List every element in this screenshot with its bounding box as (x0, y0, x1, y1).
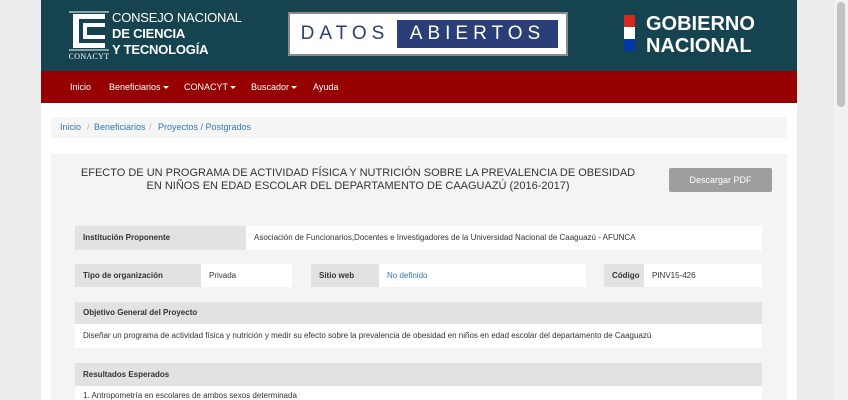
resultados-label: Resultados Esperados (83, 370, 170, 379)
objetivo-value: Diseñar un programa de actividad física … (83, 331, 652, 340)
nav-item-beneficiarios[interactable]: Beneficiarios (109, 71, 169, 103)
conacyt-abbreviation: CONACYT (68, 52, 110, 61)
page: CONACYT CONSEJO NACIONAL DE CIENCIA Y TE… (41, 0, 797, 400)
caret-down-icon (230, 86, 237, 90)
breadcrumb-separator: / (149, 122, 152, 132)
nav-item-label: CONACYT (184, 82, 229, 92)
objetivo-label-cell: Objetivo General del Proyecto (75, 302, 762, 324)
gobierno-nacional-line2: NACIONAL (646, 35, 752, 57)
conacyt-name-line3: Y TECNOLOGÍA (112, 42, 209, 57)
main-navbar: Inicio Beneficiarios CONACYT Buscador Ay… (41, 71, 797, 103)
tipo-label-cell: Tipo de organización (75, 264, 201, 287)
breadcrumb: Inicio / Beneficiarios / Proyectos / Pos… (51, 117, 787, 138)
breadcrumb-item-proyectos[interactable]: Proyectos / Postgrados (158, 117, 251, 138)
conacyt-name-line2: DE CIENCIA (112, 26, 186, 41)
codigo-label: Código (612, 271, 640, 280)
breadcrumb-separator: / (87, 122, 90, 132)
nav-item-conacyt[interactable]: CONACYT (184, 71, 237, 103)
nav-item-buscador[interactable]: Buscador (251, 71, 298, 103)
gobierno-nacional-line1: GOBIERNO (646, 13, 755, 35)
nav-item-inicio[interactable]: Inicio (70, 71, 91, 103)
codigo-value-cell: PINV15-426 (644, 264, 762, 287)
institucion-label: Institución Proponente (83, 233, 171, 242)
nav-item-label: Beneficiarios (109, 82, 161, 92)
nav-item-label: Inicio (70, 82, 92, 92)
sitio-label: Sitio web (319, 271, 355, 280)
nav-item-ayuda[interactable]: Ayuda (313, 71, 338, 103)
site-header: CONACYT CONSEJO NACIONAL DE CIENCIA Y TE… (41, 0, 797, 71)
codigo-value: PINV15-426 (652, 271, 696, 280)
abiertos-word: ABIERTOS (397, 20, 558, 48)
institucion-value-cell: Asociación de Funcionarios,Docentes e In… (246, 226, 762, 250)
nav-item-label: Buscador (251, 82, 290, 92)
sitio-web-link[interactable]: No definido (387, 264, 427, 287)
tipo-value: Privada (209, 271, 237, 280)
resultados-value-cell: 1. Antropometría en escolares de ambos s… (75, 386, 762, 400)
institucion-value: Asociación de Funcionarios,Docentes e In… (254, 233, 636, 242)
breadcrumb-item-beneficiarios[interactable]: Beneficiarios (94, 117, 146, 138)
institucion-label-cell: Institución Proponente (75, 226, 246, 250)
objetivo-value-cell: Diseñar un programa de actividad física … (75, 324, 762, 348)
tipo-label: Tipo de organización (83, 271, 163, 280)
conacyt-logo-icon[interactable] (65, 10, 111, 52)
datos-abiertos-banner[interactable]: DATOS ABIERTOS (288, 12, 568, 56)
conacyt-name-line1: CONSEJO NACIONAL (112, 10, 242, 25)
project-title-line1: EFECTO DE UN PROGRAMA DE ACTIVIDAD FÍSIC… (80, 167, 636, 179)
datos-word: DATOS (300, 23, 390, 44)
sitio-label-cell: Sitio web (311, 264, 379, 287)
sitio-value-cell: No definido (379, 264, 586, 287)
tipo-value-cell: Privada (201, 264, 292, 287)
paraguay-flag-icon (624, 15, 635, 51)
breadcrumb-item-inicio[interactable]: Inicio (60, 117, 81, 138)
codigo-label-cell: Código (604, 264, 644, 287)
caret-down-icon (291, 86, 298, 90)
download-pdf-button[interactable]: Descargar PDF (669, 168, 772, 192)
nav-item-label: Ayuda (313, 82, 339, 92)
resultados-value: 1. Antropometría en escolares de ambos s… (83, 391, 297, 400)
objetivo-label: Objetivo General del Proyecto (83, 308, 198, 317)
project-title: EFECTO DE UN PROGRAMA DE ACTIVIDAD FÍSIC… (65, 167, 651, 193)
scrollbar-thumb[interactable] (837, 2, 845, 107)
resultados-label-cell: Resultados Esperados (75, 363, 762, 386)
caret-down-icon (162, 86, 169, 90)
project-title-line2: EN NIÑOS EN EDAD ESCOLAR DEL DEPARTAMENT… (146, 180, 570, 192)
